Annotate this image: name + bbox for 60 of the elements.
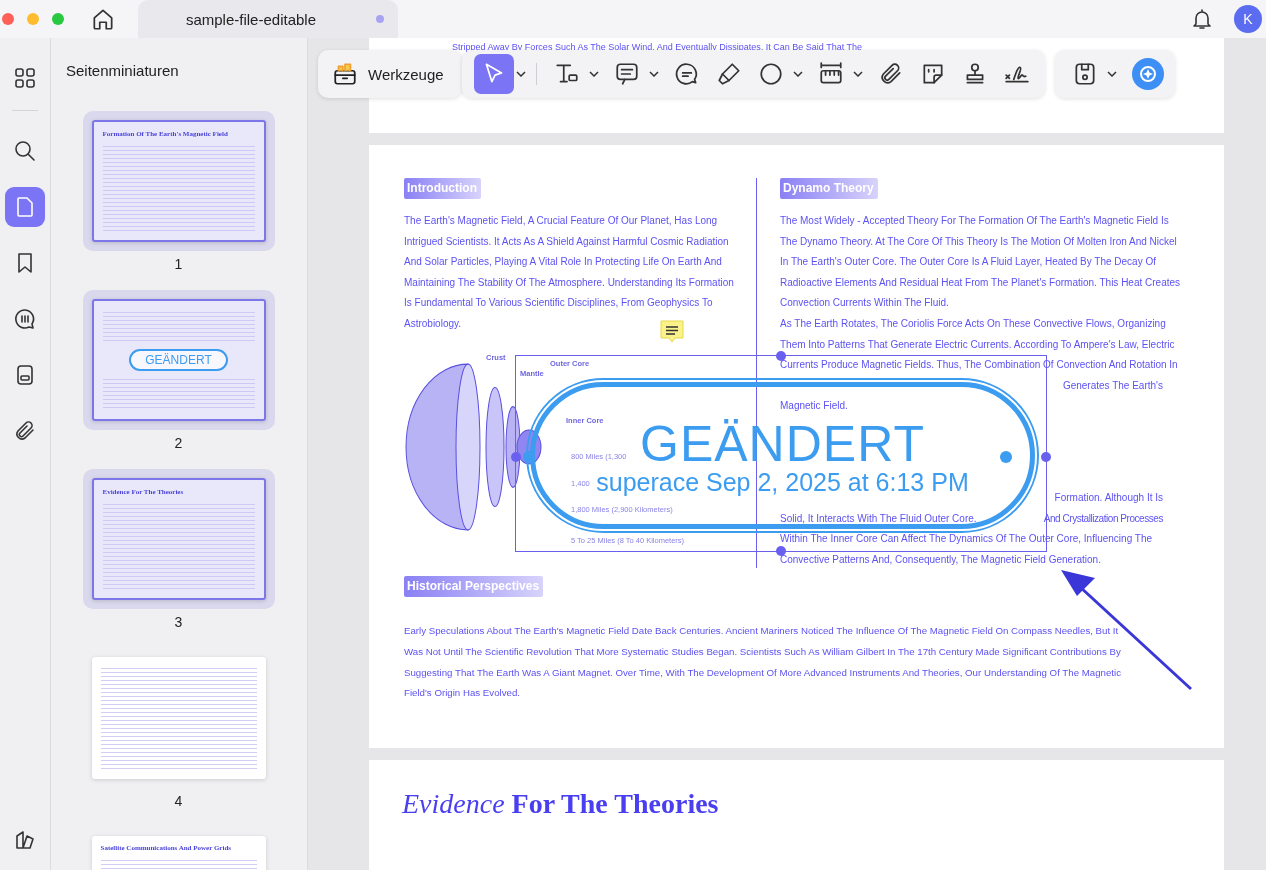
page-heading: Evidence For The Theories bbox=[402, 788, 720, 820]
unsaved-dot bbox=[376, 15, 384, 23]
text-line: Them Into Patterns That Generate Electric Currents. According To Ampere's Law, Electric bbox=[780, 337, 1175, 352]
text-line: Field's Origin Has Evolved. bbox=[404, 686, 520, 701]
stamp-dot bbox=[1000, 451, 1012, 463]
user-avatar[interactable]: K bbox=[1234, 5, 1262, 33]
text-line: Maintaining The Stability Of The Atmosphere. Understanding Its Formation bbox=[404, 275, 734, 290]
text-line: In The Earth's Outer Core. The Outer Core Is A Fluid Layer, Heated By The Decay Of bbox=[780, 255, 1156, 270]
caret-icon bbox=[589, 71, 599, 77]
search-icon bbox=[13, 139, 37, 163]
caret-icon bbox=[853, 71, 863, 77]
layers-icon bbox=[13, 828, 37, 852]
caret-icon bbox=[793, 71, 803, 77]
caret-icon bbox=[1107, 71, 1117, 77]
text-line: Generates The Earth's bbox=[1062, 378, 1163, 393]
text-line: Suggesting That The Earth Was A Giant Magnet. Over Time, With The Development Of More Advanced Instruments And Theories, Our Understanding Of The Magnetic bbox=[404, 665, 1122, 680]
caret-icon bbox=[516, 71, 526, 77]
text-line: Astrobiology. bbox=[404, 316, 462, 331]
text-line: The Dynamo Theory. At The Core Of This Theory Is The Motion Of Molten Iron And Nickel bbox=[780, 234, 1177, 249]
close-window-button[interactable] bbox=[2, 13, 14, 25]
tools-menu-button[interactable]: Werkzeuge bbox=[318, 50, 462, 98]
speech-bubble-icon bbox=[13, 307, 37, 331]
text-line: Was Not Until The Scientific Revolution That More Systematic Studies Began. Scientists Such As William Gilbert In The 17th Century Made Significant Contributions By bbox=[404, 644, 1121, 659]
text-line: Early Speculations About The Earth's Magnetic Field Date Back Centuries. Ancient Mariners Noticed The Influence Of The Magnetic Field On Compass Needles, But It bbox=[404, 624, 1119, 639]
paperclip-icon bbox=[13, 419, 37, 443]
pages-panel-button[interactable] bbox=[5, 187, 45, 227]
select-tool-button[interactable] bbox=[474, 54, 514, 94]
toolbox-icon bbox=[332, 61, 358, 87]
text-line: Magnetic Field. bbox=[780, 399, 848, 414]
document-tab[interactable]: sample-file-editable bbox=[138, 0, 398, 38]
text-line: Convection Currents Within The Fluid. bbox=[780, 296, 949, 311]
page-number: 2 bbox=[174, 435, 183, 451]
bell-icon bbox=[1190, 7, 1214, 31]
resize-handle[interactable] bbox=[776, 546, 786, 556]
page-number: 1 bbox=[174, 256, 183, 272]
note-icon[interactable] bbox=[659, 320, 685, 344]
text-line: Is Fundamental To Various Scientific Disciplines, From Geophysics To bbox=[404, 296, 713, 311]
section-heading: Dynamo Theory bbox=[780, 178, 878, 199]
resize-handle[interactable] bbox=[1041, 452, 1051, 463]
text-line: Solid, It Interacts With The Fluid Outer Core. bbox=[780, 511, 977, 526]
section-heading: Historical Perspectives bbox=[404, 576, 544, 598]
text-line: The Most Widely - Accepted Theory For The Formation Of The Earth's Magnetic Field Is bbox=[780, 214, 1169, 228]
thumbnail-stamp: GEÄNDERT bbox=[129, 349, 228, 371]
resize-handle[interactable] bbox=[776, 351, 786, 361]
section-heading: Introduction bbox=[404, 178, 481, 199]
save-icon bbox=[1072, 61, 1098, 87]
stamp-subtitle: superace Sep 2, 2025 at 6:13 PM bbox=[596, 468, 969, 495]
text-line: Radioactive Elements And Residual Heat From The Planet's Formation. This Heat Creates bbox=[780, 275, 1181, 290]
grid-icon bbox=[13, 66, 37, 90]
text-line: Convective Patterns And, Consequently, The Magnetic Field Generation. bbox=[780, 552, 1101, 567]
text-line: Intrigued Scientists. It Acts As A Shield Against Harmful Cosmic Radiation bbox=[404, 234, 729, 249]
page-number: 4 bbox=[174, 793, 183, 809]
page-number: 3 bbox=[174, 614, 183, 630]
text-line: Formation. Although It Is bbox=[1054, 490, 1163, 505]
resize-handle[interactable] bbox=[511, 452, 521, 463]
text-line: And Solar Particles, Playing A Vital Role In Protecting Life On Earth And bbox=[404, 255, 722, 270]
caret-icon bbox=[649, 71, 659, 77]
text-line: As The Earth Rotates, The Coriolis Force Acts On These Convective Flows, Organizing bbox=[780, 316, 1166, 331]
text-line: The Earth's Magnetic Field, A Crucial Feature Of Our Planet, Has Long bbox=[404, 214, 718, 228]
panel-title: Seitenminiaturen bbox=[66, 62, 179, 79]
